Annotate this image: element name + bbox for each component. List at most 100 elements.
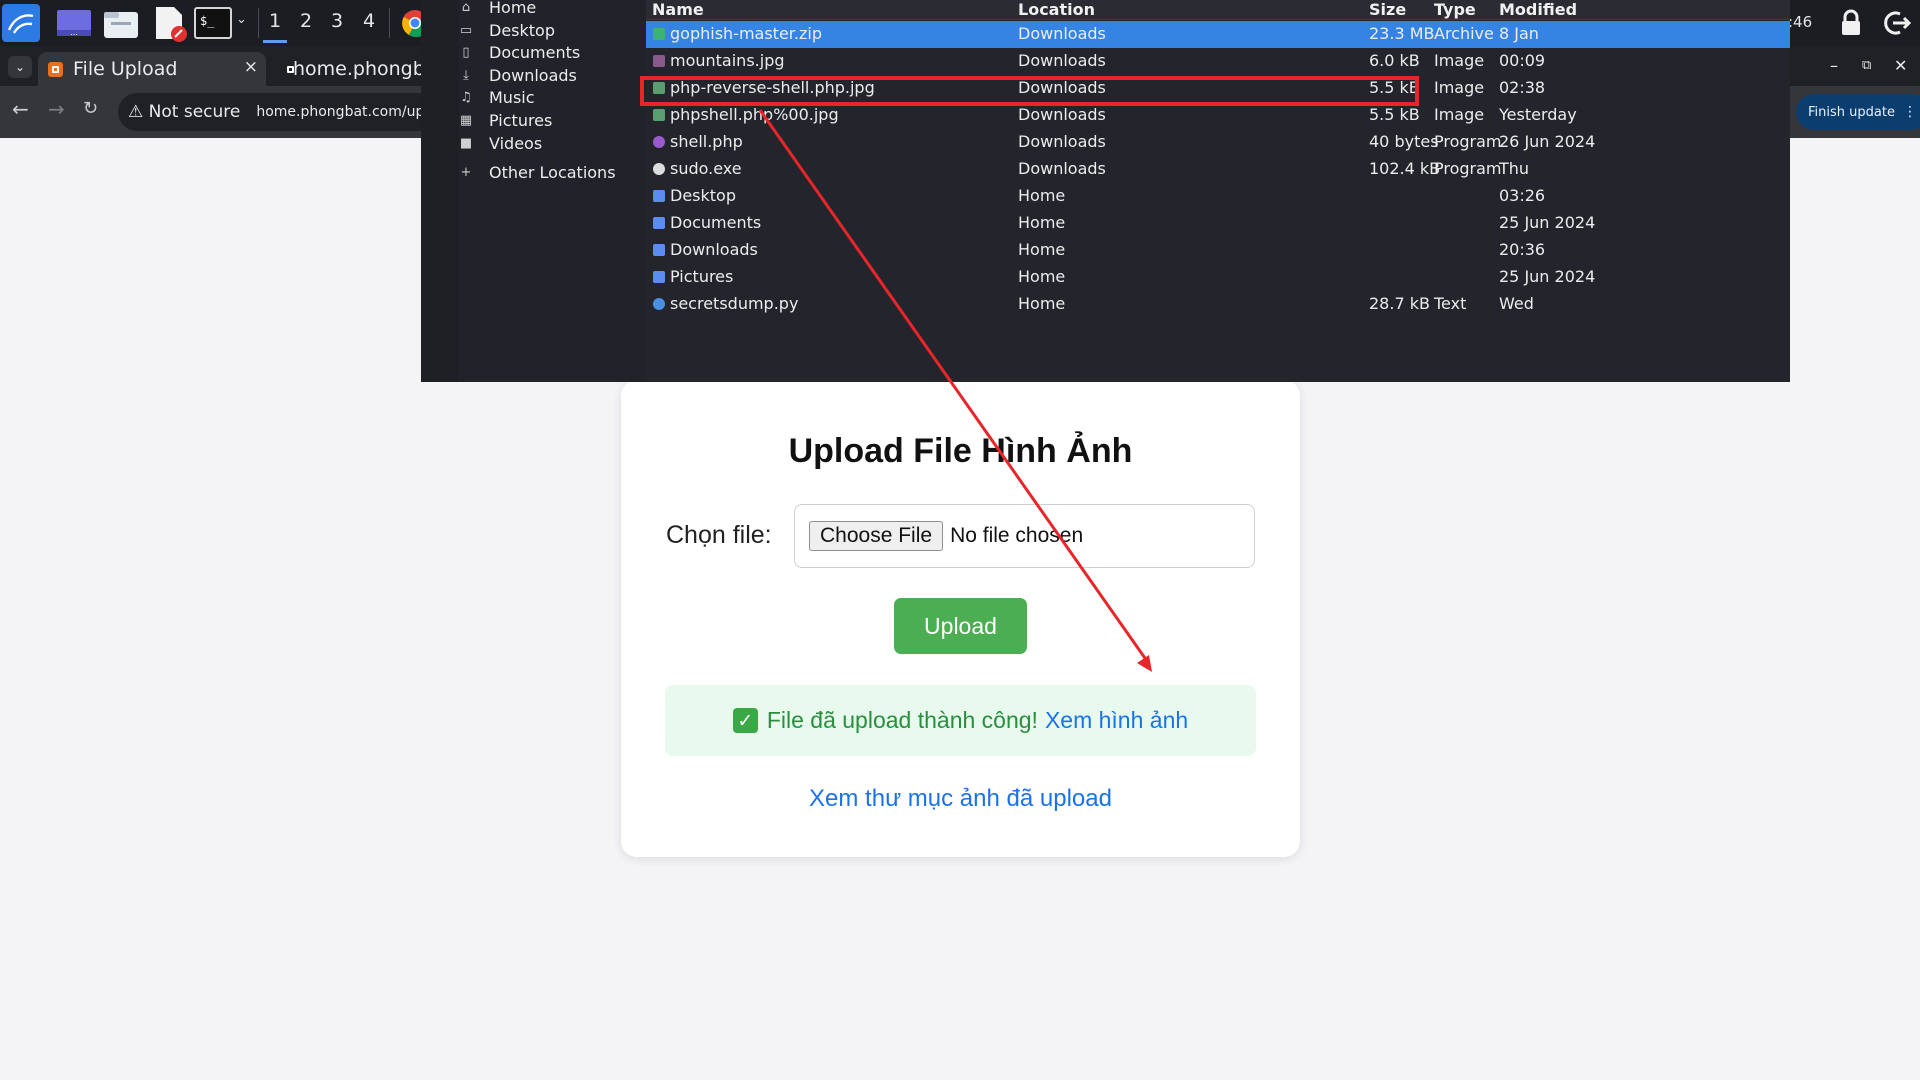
svg-text:...: ... [70, 28, 78, 37]
svg-text:$_: $_ [200, 14, 215, 28]
file-size: 102.4 kB [1369, 159, 1441, 178]
kali-menu-icon[interactable] [2, 4, 40, 42]
file-row[interactable]: Downloads Home 20:36 [646, 237, 1790, 264]
tab-search-icon[interactable]: ⌄ [8, 56, 32, 78]
logout-icon[interactable] [1880, 8, 1912, 43]
file-row[interactable]: Documents Home 25 Jun 2024 [646, 210, 1790, 237]
file-modified: Yesterday [1499, 105, 1577, 124]
file-row[interactable]: sudo.exe Downloads 102.4 kB Program Thu [646, 156, 1790, 183]
places-sidebar: ⌂ Home ▭ Desktop ▯ Documents ⤓ Downloads ♫ Music ▦… [459, 0, 646, 382]
workspace-4[interactable]: 4 [363, 10, 375, 32]
separator [258, 8, 259, 38]
column-type[interactable]: Type [1434, 0, 1476, 19]
file-row[interactable]: secretsdump.py Home 28.7 kB Text Wed [646, 291, 1790, 318]
show-desktop-icon[interactable]: ... [55, 4, 93, 42]
column-modified[interactable]: Modified [1499, 0, 1577, 19]
file-row[interactable]: Desktop Home 03:26 [646, 183, 1790, 210]
file-name: secretsdump.py [670, 294, 799, 313]
folder-icon [653, 271, 665, 283]
file-location: Home [1018, 186, 1066, 205]
file-location: Home [1018, 267, 1066, 286]
workspace-1[interactable]: 1 [262, 10, 288, 43]
place-videos[interactable]: ■ Videos [460, 134, 543, 158]
file-modified: 8 Jan [1499, 24, 1539, 43]
workspace-3[interactable]: 3 [331, 10, 343, 32]
desktop-icon: ▭ [459, 23, 473, 38]
reload-icon[interactable]: ↻ [83, 98, 98, 119]
column-size[interactable]: Size [1369, 0, 1406, 19]
place-desktop[interactable]: ▭ Desktop [460, 21, 555, 45]
file-name: shell.php [670, 132, 743, 151]
downloads-icon: ⤓ [463, 68, 469, 83]
music-icon: ♫ [460, 90, 472, 105]
file-row[interactable]: gophish-master.zip Downloads 23.3 MB Archiv… [646, 21, 1790, 48]
gear-icon [653, 163, 665, 175]
folder-icon [653, 244, 665, 256]
finish-update-button[interactable]: Finish update ⋮ [1796, 94, 1920, 130]
view-image-link[interactable]: Xem hình ảnh [1045, 707, 1188, 734]
close-tab-icon[interactable]: × [244, 57, 258, 77]
view-uploaded-folder-link[interactable]: Xem thư mục ảnh đã upload [621, 785, 1300, 813]
page-title: Upload File Hình Ảnh [788, 432, 1133, 470]
success-text: File đã upload thành công! [766, 707, 1038, 733]
tab-title: home.phongbat [293, 58, 422, 80]
place-home[interactable]: ⌂ Home [462, 0, 537, 22]
minimize-icon[interactable]: – [1830, 56, 1838, 75]
file-list-header: Name Location Size Type Modified [646, 0, 1790, 20]
place-pictures[interactable]: ▦ Pictures [460, 111, 553, 135]
file-row[interactable]: Pictures Home 25 Jun 2024 [646, 264, 1790, 291]
file-name: Pictures [670, 267, 734, 286]
file-type: Text [1434, 294, 1467, 313]
place-other-locations[interactable]: + Other Locations [461, 163, 616, 187]
places-icon-column [421, 0, 459, 382]
file-modified: 26 Jun 2024 [1499, 132, 1596, 151]
file-location: Downloads [1018, 105, 1106, 124]
tab-home-phongbat[interactable]: home.phongbat [280, 52, 422, 86]
column-location[interactable]: Location [1018, 0, 1095, 19]
plus-icon: + [460, 165, 472, 180]
chevron-down-icon[interactable]: ⌄ [236, 12, 247, 27]
file-input[interactable]: Choose File No file chosen [794, 504, 1255, 568]
file-size: 40 bytes [1369, 132, 1439, 151]
back-icon[interactable]: ← [12, 97, 29, 121]
archive-icon [653, 28, 665, 40]
file-size: 28.7 kB [1369, 294, 1430, 313]
place-label: Videos [489, 134, 543, 153]
not-secure-indicator[interactable]: ⚠ Not secure [128, 102, 240, 122]
place-documents[interactable]: ▯ Documents [462, 43, 580, 67]
place-label: Music [489, 88, 535, 107]
no-file-text: No file chosen [950, 524, 1084, 547]
place-music[interactable]: ♫ Music [460, 88, 535, 112]
file-name: phpshell.php%00.jpg [670, 105, 839, 124]
python-icon [653, 298, 665, 310]
choose-file-button[interactable]: Choose File [809, 521, 944, 551]
forward-icon[interactable]: → [48, 97, 65, 121]
file-location: Home [1018, 294, 1066, 313]
place-downloads[interactable]: ⤓ Downloads [463, 66, 577, 90]
file-name: Desktop [670, 186, 736, 205]
upload-button[interactable]: Upload [894, 598, 1027, 654]
file-modified: 20:36 [1499, 240, 1546, 259]
text-editor-icon[interactable] [150, 4, 188, 42]
file-row[interactable]: mountains.jpg Downloads 6.0 kB Image 00:09 [646, 48, 1790, 75]
terminal-icon[interactable]: $_ [194, 4, 232, 42]
file-row[interactable]: shell.php Downloads 40 bytes Program 26 Jun … [646, 129, 1790, 156]
kebab-menu-icon[interactable]: ⋮ [1903, 104, 1917, 120]
file-type: Image [1434, 105, 1485, 124]
file-location: Downloads [1018, 24, 1106, 43]
place-label: Home [489, 0, 537, 17]
documents-icon: ▯ [462, 45, 470, 60]
place-label: Desktop [489, 21, 555, 40]
file-modified: 00:09 [1499, 51, 1546, 70]
restore-icon[interactable]: ⧉ [1862, 58, 1871, 73]
close-window-icon[interactable]: ✕ [1894, 56, 1907, 75]
file-row[interactable]: phpshell.php%00.jpg Downloads 5.5 kB Image Y… [646, 102, 1790, 129]
lock-icon[interactable] [1836, 8, 1866, 43]
column-name[interactable]: Name [652, 0, 704, 19]
home-icon: ⌂ [461, 0, 471, 15]
workspace-2[interactable]: 2 [300, 10, 312, 32]
file-location: Downloads [1018, 159, 1106, 178]
file-manager-icon[interactable] [102, 4, 140, 42]
success-message: ✓ File đã upload thành công! Xem hình ản… [665, 685, 1256, 756]
tab-file-upload[interactable]: File Upload × [38, 52, 266, 86]
